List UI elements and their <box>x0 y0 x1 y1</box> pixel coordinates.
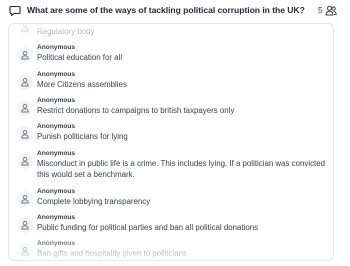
user-icon <box>21 103 29 113</box>
response-author: Anonymous <box>37 188 76 195</box>
avatar <box>17 243 33 259</box>
user-icon <box>21 50 29 60</box>
response-text: Public funding for political parties and… <box>37 223 259 232</box>
response-author: Anonymous <box>37 214 76 221</box>
response-text: Restrict donations to campaigns to briti… <box>37 106 235 115</box>
response-author: Anonymous <box>37 71 76 78</box>
avatar <box>17 74 33 90</box>
question-header: What are some of the ways of tackling po… <box>0 0 350 22</box>
avatar <box>17 153 33 169</box>
response-author: Anonymous <box>37 97 76 104</box>
response-text: Ban gifts and hospitality given to polit… <box>37 249 188 258</box>
user-icon <box>21 77 29 87</box>
response-author: Anonymous <box>37 150 76 157</box>
avatar <box>17 217 33 233</box>
response-text: Complete lobbying transparency <box>37 197 151 206</box>
user-icon <box>21 24 29 32</box>
user-icon <box>21 246 29 256</box>
response-author: Anonymous <box>37 240 76 247</box>
participant-count: 5 <box>318 5 323 15</box>
avatar <box>17 47 33 63</box>
avatar <box>17 100 33 116</box>
avatar <box>17 126 33 142</box>
response-text: Political education for all <box>37 53 123 62</box>
user-icon <box>21 129 29 139</box>
response-text: Punish politicians for lying <box>37 132 128 141</box>
user-icon <box>21 194 29 204</box>
response-text: Misconduct in public life is a crime. Th… <box>37 159 325 179</box>
speech-bubble-icon <box>9 5 21 17</box>
response-author: Anonymous <box>37 123 76 130</box>
response-text: Regulatory body <box>37 27 95 36</box>
response-author: Anonymous <box>37 44 76 51</box>
avatar <box>17 24 33 35</box>
response-text: More Citizens assemblies <box>37 80 127 89</box>
people-icon <box>325 5 337 16</box>
responses-panel[interactable]: Anonymous Regulatory body Anonymous Politic… <box>8 23 334 261</box>
user-icon <box>21 156 29 166</box>
user-icon <box>21 220 29 230</box>
avatar <box>17 191 33 207</box>
question-title: What are some of the ways of tackling po… <box>27 5 305 15</box>
